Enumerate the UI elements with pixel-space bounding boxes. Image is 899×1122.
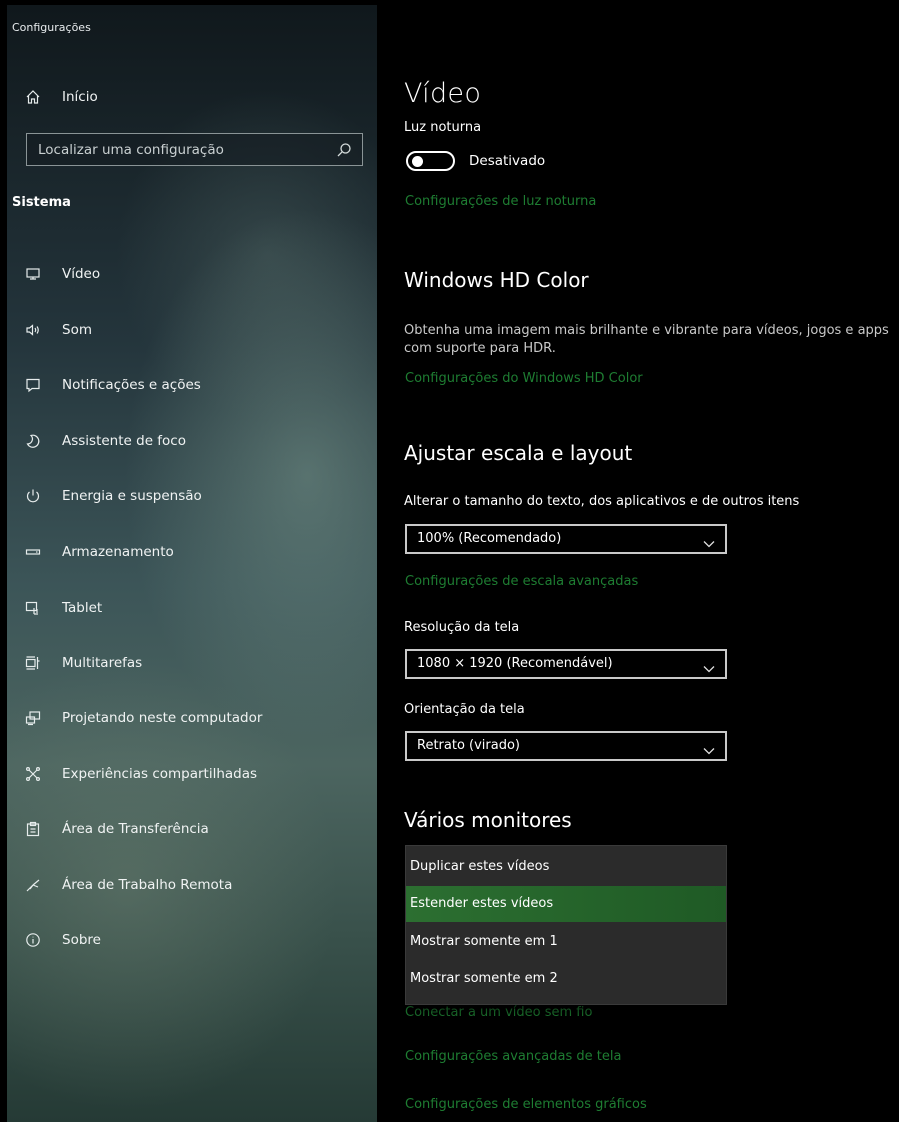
sidebar-item-label: Energia e suspensão [62,488,202,504]
resolution-select[interactable]: 1080 × 1920 (Recomendável) [405,649,727,679]
sidebar-item-video[interactable]: Vídeo [7,256,372,292]
dropdown-option-extend[interactable]: Estender estes vídeos [406,886,726,922]
notification-icon [24,376,42,394]
sidebar-item-label: Projetando neste computador [62,710,263,726]
sidebar-item-label: Assistente de foco [62,433,186,449]
wireless-display-link[interactable]: Conectar a um vídeo sem fio [405,1005,592,1020]
page-title: Vídeo [404,78,482,109]
search-input[interactable] [27,134,327,165]
sidebar-item-remote-desktop[interactable]: Área de Trabalho Remota [7,867,372,903]
sidebar-item-label: Tablet [62,600,103,616]
sidebar-item-storage[interactable]: Armazenamento [7,534,372,570]
sidebar-item-label: Experiências compartilhadas [62,766,258,782]
advanced-scaling-link[interactable]: Configurações de escala avançadas [405,574,638,589]
speaker-icon [24,321,42,339]
storage-icon [24,543,42,561]
shared-experiences-icon [24,765,42,783]
sidebar-item-notifications[interactable]: Notificações e ações [7,367,372,403]
hd-color-description: Obtenha uma imagem mais brilhante e vibr… [404,323,889,356]
toggle-knob [412,156,423,167]
night-light-label: Luz noturna [404,120,482,135]
dropdown-option-label: Mostrar somente em 2 [410,971,558,986]
dropdown-option-label: Duplicar estes vídeos [410,859,550,874]
chevron-down-icon [703,534,715,548]
projecting-icon [24,709,42,727]
dropdown-option-label: Mostrar somente em 1 [410,934,558,949]
orientation-select-value: Retrato (virado) [417,738,521,753]
info-icon [24,931,42,949]
nav-home-label: Início [62,89,98,105]
sidebar-item-power[interactable]: Energia e suspensão [7,478,372,514]
dropdown-option-label: Estender estes vídeos [410,896,554,911]
sidebar-item-projecting[interactable]: Projetando neste computador [7,700,372,736]
orientation-select[interactable]: Retrato (virado) [405,731,727,761]
multiple-displays-heading: Vários monitores [404,808,572,832]
sidebar-item-label: Área de Transferência [62,821,209,837]
hd-color-settings-link[interactable]: Configurações do Windows HD Color [405,371,643,386]
monitor-icon [24,265,42,283]
night-light-toggle[interactable] [406,151,455,171]
night-light-state: Desativado [469,153,546,169]
advanced-display-link[interactable]: Configurações avançadas de tela [405,1049,621,1064]
sidebar-item-sound[interactable]: Som [7,312,372,348]
sidebar: Configurações Início Sistema Vídeo Som N… [7,5,377,1122]
nav-home[interactable]: Início [7,83,367,111]
size-label: Alterar o tamanho do texto, dos aplicati… [404,494,800,509]
sidebar-item-label: Armazenamento [62,544,174,560]
night-light-settings-link[interactable]: Configurações de luz noturna [405,194,596,209]
sidebar-item-clipboard[interactable]: Área de Transferência [7,811,372,847]
search-icon[interactable] [336,142,352,158]
chevron-down-icon [703,659,715,673]
power-icon [24,487,42,505]
moon-icon [24,432,42,450]
resolution-select-value: 1080 × 1920 (Recomendável) [417,656,613,671]
sidebar-item-label: Sobre [62,932,101,948]
scale-select-value: 100% (Recomendado) [417,531,562,546]
sidebar-item-tablet[interactable]: Tablet [7,590,372,626]
remote-desktop-icon [24,876,42,894]
multiple-displays-dropdown[interactable]: Duplicar estes vídeos Estender estes víd… [405,845,727,1005]
dropdown-option-duplicate[interactable]: Duplicar estes vídeos [406,849,726,885]
graphics-settings-link[interactable]: Configurações de elementos gráficos [405,1097,647,1112]
sidebar-item-focus-assist[interactable]: Assistente de foco [7,423,372,459]
orientation-label: Orientação da tela [404,702,525,717]
main-content: Vídeo Luz noturna Desativado Configuraçõ… [377,0,899,1122]
dropdown-option-only-2[interactable]: Mostrar somente em 2 [406,961,726,997]
sidebar-item-label: Notificações e ações [62,377,201,393]
dropdown-option-only-1[interactable]: Mostrar somente em 1 [406,924,726,960]
clipboard-icon [24,820,42,838]
hd-color-heading: Windows HD Color [404,268,589,292]
scale-layout-heading: Ajustar escala e layout [404,441,633,465]
home-icon [24,88,42,106]
sidebar-item-label: Som [62,322,92,338]
search-box[interactable] [26,133,363,166]
section-title: Sistema [12,195,71,210]
resolution-label: Resolução da tela [404,620,520,635]
app-title: Configurações [12,21,91,34]
sidebar-item-label: Multitarefas [62,655,143,671]
sidebar-item-about[interactable]: Sobre [7,922,372,958]
multitask-icon [24,654,42,672]
sidebar-item-multitasking[interactable]: Multitarefas [7,645,372,681]
sidebar-item-label: Vídeo [62,266,101,282]
scale-select[interactable]: 100% (Recomendado) [405,524,727,554]
chevron-down-icon [703,741,715,755]
sidebar-item-label: Área de Trabalho Remota [62,877,233,893]
tablet-icon [24,599,42,617]
sidebar-item-shared-experiences[interactable]: Experiências compartilhadas [7,756,372,792]
